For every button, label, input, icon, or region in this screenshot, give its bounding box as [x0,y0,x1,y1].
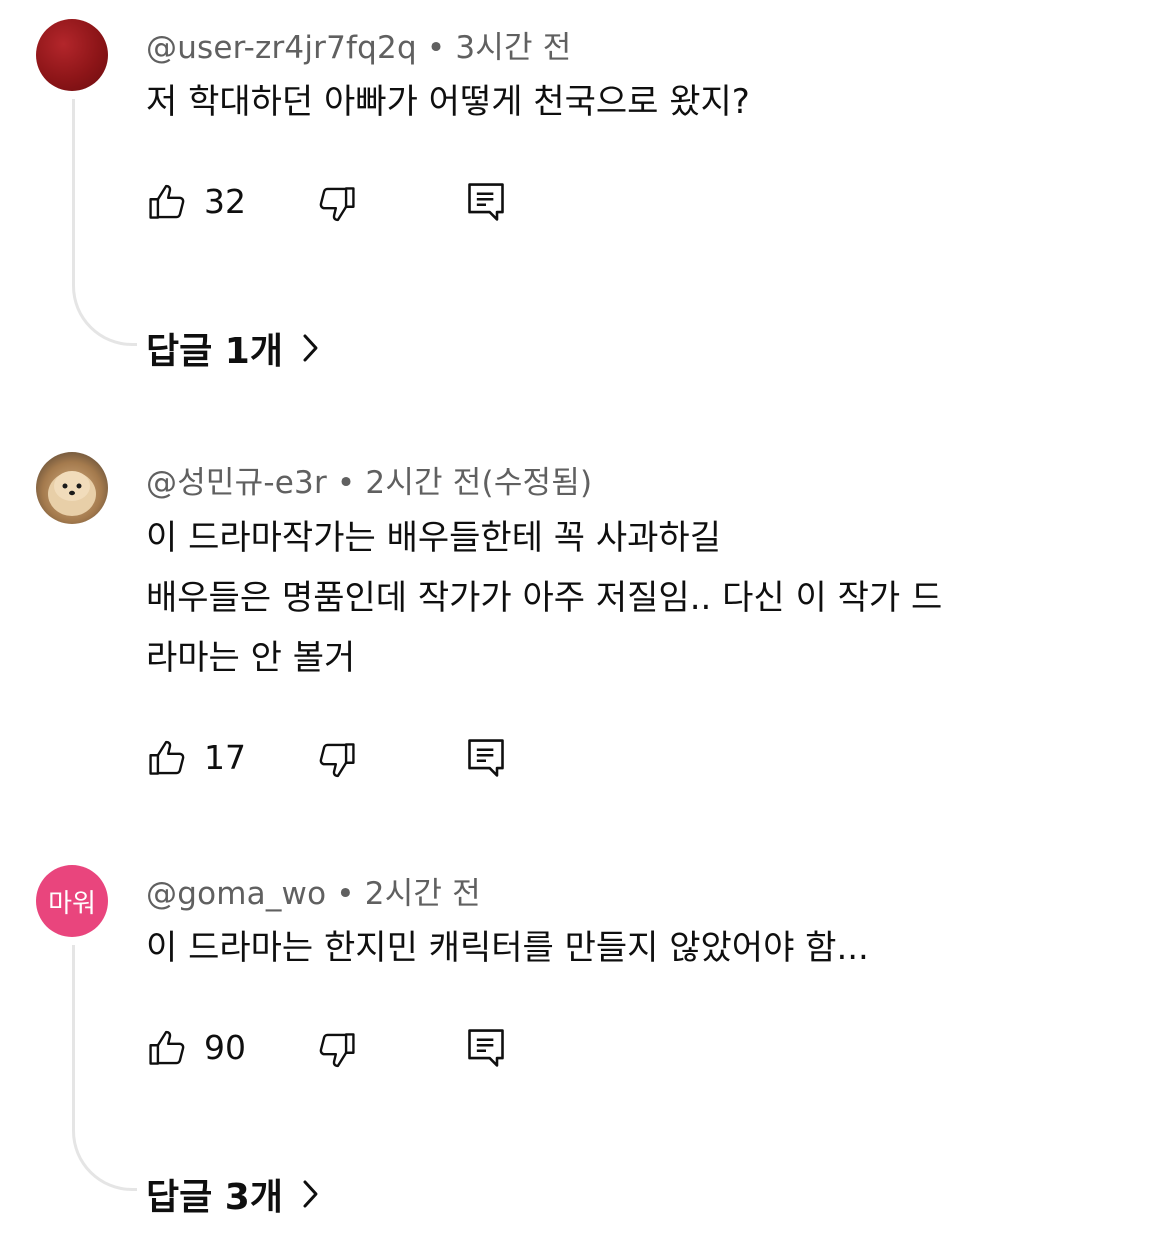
chevron-right-icon [303,1180,318,1208]
comment-line: 이 드라마는 한지민 캐릭터를 만들지 않았어야 함... [146,928,869,968]
dislike-button[interactable] [314,182,358,226]
reply-button[interactable] [464,736,508,780]
comment-meta: @goma_wo • 2시간 전 [146,868,481,913]
comment-text: 이 드라마는 한지민 캐릭터를 만들지 않았어야 함... [146,918,1126,978]
reply-button[interactable] [464,1026,508,1070]
thumbs-down-icon [319,1033,355,1068]
comment-time: 2시간 전(수정됨) [365,465,593,501]
comment-icon [468,1029,504,1067]
like-button[interactable] [146,736,190,780]
dog-avatar-icon [48,471,96,516]
like-count: 17 [204,738,246,777]
comment-meta: @user-zr4jr7fq2q • 3시간 전 [146,22,571,67]
comment-text: 이 드라마작가는 배우들한테 꼭 사과하길 배우들은 명품인데 작가가 아주 저… [146,508,1126,688]
thumbs-down-icon [319,187,355,222]
like-button[interactable] [146,1026,190,1070]
thumbs-up-icon [149,740,185,775]
author-handle[interactable]: @goma_wo [146,876,326,912]
like-button[interactable] [146,180,190,224]
comment-line: 배우들은 명품인데 작가가 아주 저질임.. 다신 이 작가 드 [146,578,943,618]
comment-icon [468,739,504,777]
comment-text: 저 학대하던 아빠가 어떻게 천국으로 왔지? [146,72,1126,132]
comment-time: 3시간 전 [455,30,572,66]
thumbs-up-icon [149,1030,185,1065]
author-handle[interactable]: @성민규-e3r [146,465,327,501]
reply-button[interactable] [464,180,508,224]
comment-time: 2시간 전 [364,876,481,912]
like-count: 90 [204,1028,246,1067]
dislike-button[interactable] [314,1028,358,1072]
dislike-button[interactable] [314,738,358,782]
meta-separator: • [336,876,355,912]
chevron-right-icon [303,334,318,362]
replies-toggle[interactable]: 답글 1개 [146,322,321,374]
comment-line: 라마는 안 볼거 [146,638,356,678]
replies-label: 답글 1개 [146,331,283,372]
comment-line: 저 학대하던 아빠가 어떻게 천국으로 왔지? [146,82,750,122]
avatar[interactable]: 마워 [36,865,108,937]
thumbs-down-icon [319,743,355,778]
like-count: 32 [204,182,246,221]
replies-label: 답글 3개 [146,1177,283,1218]
avatar[interactable] [36,19,108,91]
comment-line: 이 드라마작가는 배우들한테 꼭 사과하길 [146,518,721,558]
avatar[interactable] [36,452,108,524]
thread-line [72,99,137,346]
meta-separator: • [426,30,446,66]
replies-toggle[interactable]: 답글 3개 [146,1168,321,1220]
avatar-initials: 마워 [48,888,96,919]
thread-line [72,945,137,1191]
comment-meta: @성민규-e3r • 2시간 전(수정됨) [146,457,592,502]
thumbs-up-icon [149,184,185,219]
author-handle[interactable]: @user-zr4jr7fq2q [146,30,417,66]
meta-separator: • [336,465,356,501]
comment-icon [468,183,504,221]
